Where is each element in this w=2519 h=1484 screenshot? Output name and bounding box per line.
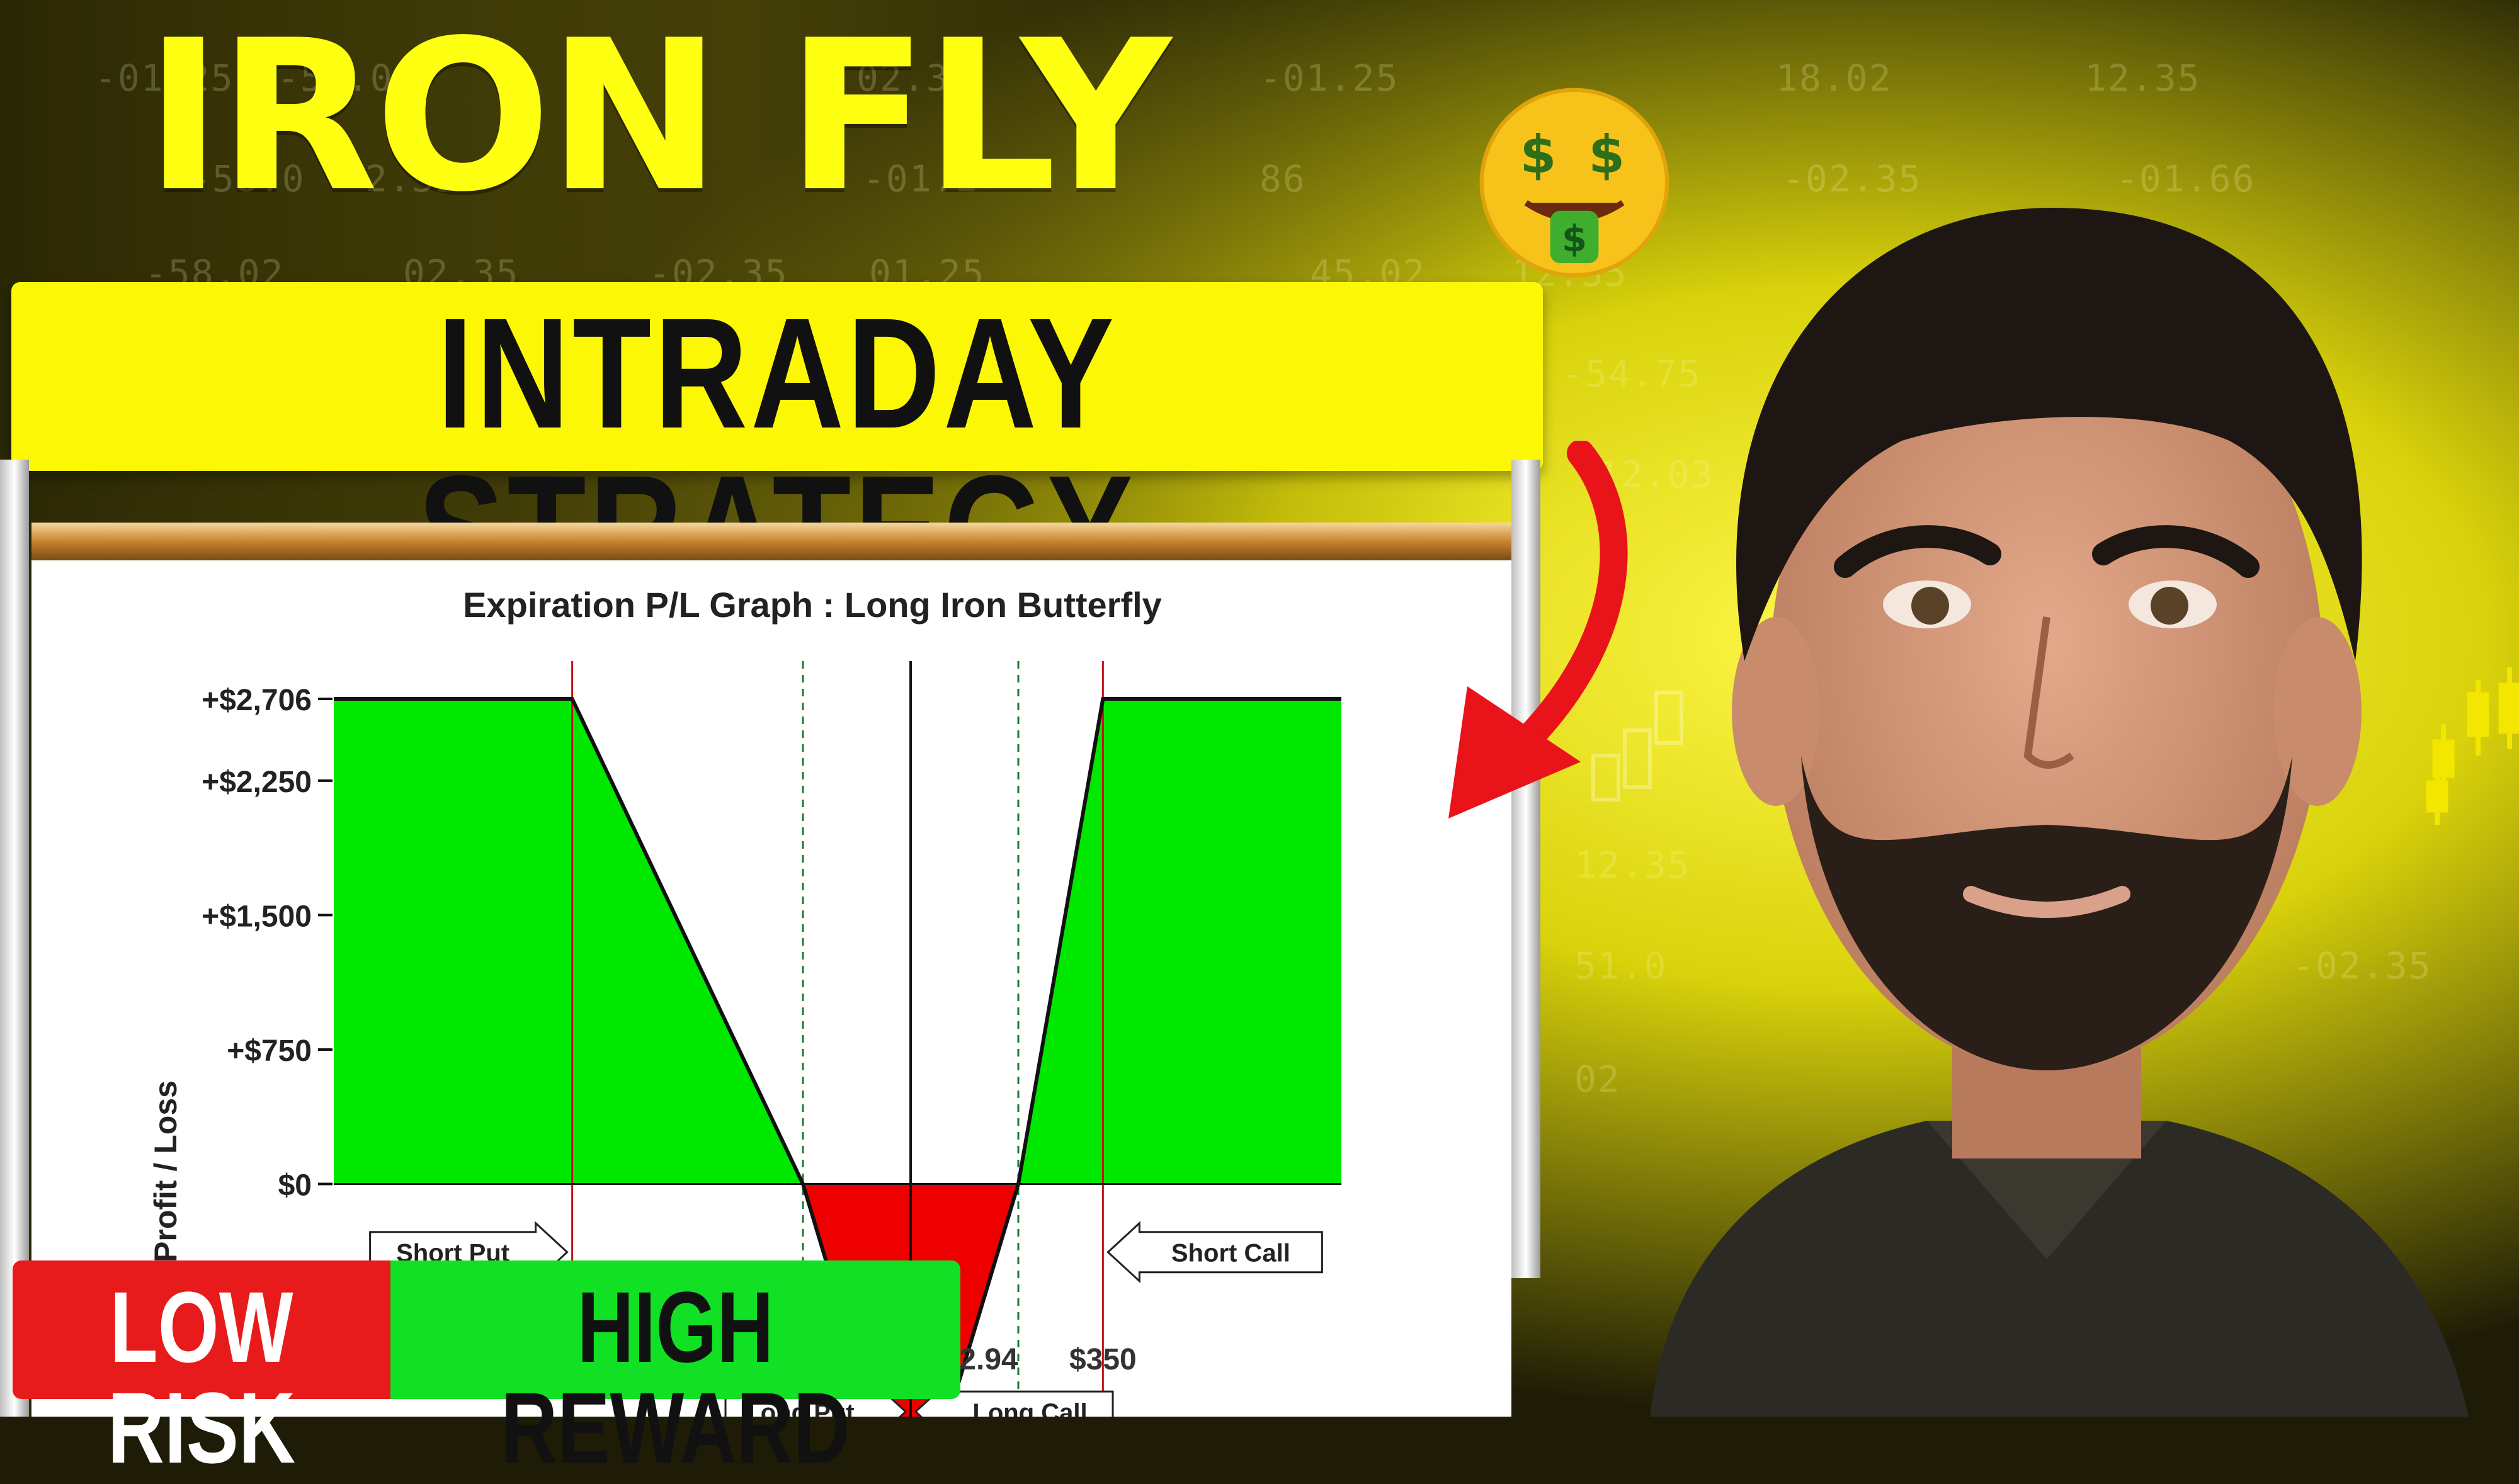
background-ticker: -01.25 xyxy=(1260,57,1399,99)
high-reward-label: HIGH REWARD xyxy=(501,1271,850,1484)
y-tick-label: +$2,250 xyxy=(202,766,312,799)
callout-label: Short Call xyxy=(1171,1240,1290,1267)
y-tick-label: $0 xyxy=(278,1169,312,1203)
callout-label: Long Call xyxy=(972,1399,1087,1417)
x-tick-label: $350 xyxy=(1069,1343,1137,1376)
background-ticker: 86 xyxy=(1260,157,1306,200)
y-axis-label: Profit / Loss xyxy=(148,1080,183,1262)
low-risk-badge: LOW RISK xyxy=(13,1260,390,1478)
low-risk-label: LOW RISK xyxy=(107,1271,296,1484)
y-tick-label: +$1,500 xyxy=(202,900,312,933)
presenter-portrait xyxy=(1650,208,2469,1417)
x-tick-label: 2.94 xyxy=(959,1343,1018,1376)
y-tick-label: +$750 xyxy=(227,1034,312,1068)
chart-title: Expiration P/L Graph : Long Iron Butterf… xyxy=(463,585,1162,625)
scroll-rod xyxy=(31,523,1511,560)
page-title: IRON FLY xyxy=(145,0,1171,237)
y-tick-label: +$2,706 xyxy=(202,684,312,717)
subtitle-banner: INTRADAY STRATEGY xyxy=(11,282,1543,609)
high-reward-badge: HIGH REWARD xyxy=(390,1260,960,1478)
svg-text:$: $ xyxy=(1520,124,1556,185)
